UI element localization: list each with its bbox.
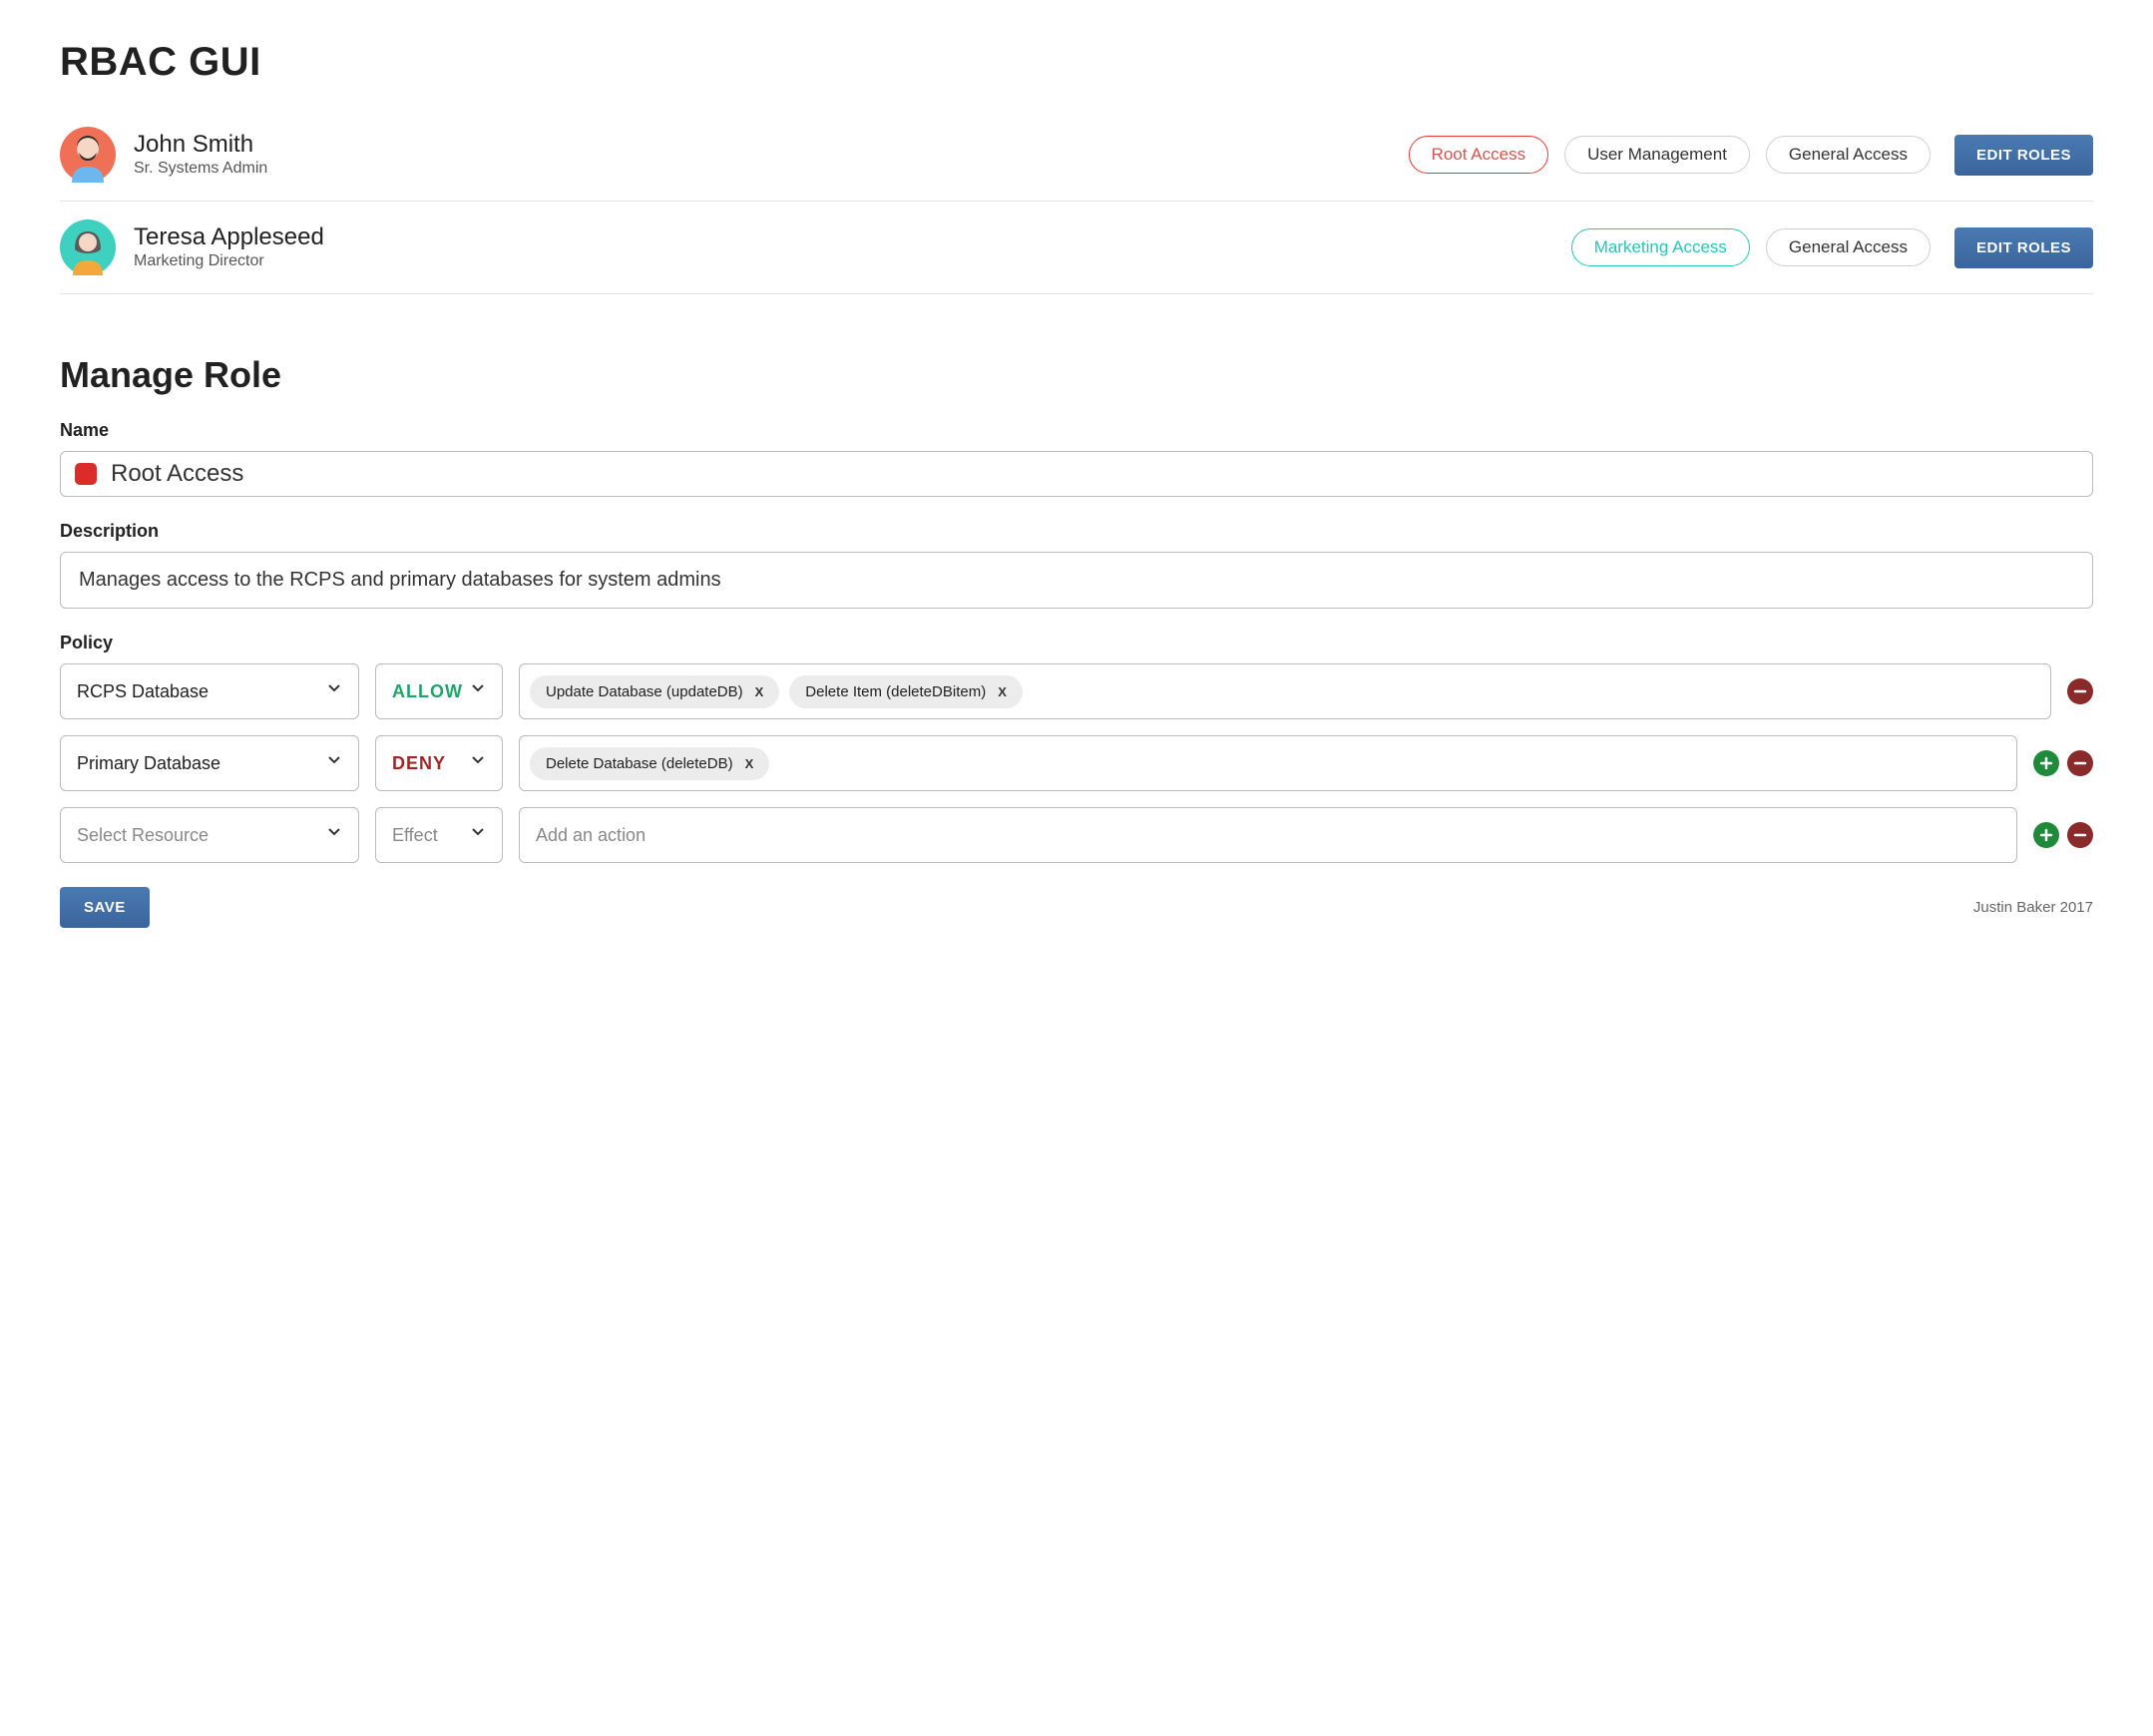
remove-policy-icon[interactable] [2067, 678, 2093, 704]
effect-select[interactable]: DENY [375, 735, 503, 791]
role-chips: Root Access User Management General Access [1409, 136, 1931, 174]
chevron-down-icon [328, 756, 342, 770]
remove-action-icon[interactable]: X [755, 684, 764, 699]
edit-roles-button[interactable]: EDIT ROLES [1954, 227, 2093, 268]
remove-policy-icon[interactable] [2067, 750, 2093, 776]
policy-row-controls [2033, 735, 2093, 791]
user-info: Teresa Appleseed Marketing Director [134, 224, 324, 270]
avatar [60, 219, 116, 275]
role-color-swatch[interactable] [75, 463, 97, 485]
description-group: Description [60, 521, 2093, 609]
users-list: John Smith Sr. Systems Admin Root Access Us… [60, 109, 2093, 294]
avatar [60, 127, 116, 183]
attribution-text: Justin Baker 2017 [1973, 899, 2093, 916]
policy-group: Policy RCPS Database ALLOW Update Database… [60, 633, 2093, 863]
policy-label: Policy [60, 633, 2093, 653]
resource-select[interactable]: Primary Database [60, 735, 359, 791]
app-title: RBAC GUI [60, 40, 2093, 85]
chevron-down-icon [328, 684, 342, 698]
chevron-down-icon [328, 828, 342, 842]
policy-row: Select Resource Effect Add an action [60, 807, 2093, 863]
resource-select[interactable]: RCPS Database [60, 663, 359, 719]
actions-placeholder: Add an action [530, 825, 646, 846]
user-title: Sr. Systems Admin [134, 160, 267, 178]
role-chips: Marketing Access General Access [1571, 228, 1931, 266]
user-name: John Smith [134, 132, 267, 158]
policy-rows: RCPS Database ALLOW Update Database (updat… [60, 663, 2093, 863]
effect-value: ALLOW [392, 681, 463, 702]
edit-roles-button[interactable]: EDIT ROLES [1954, 135, 2093, 176]
resource-value: RCPS Database [77, 681, 209, 702]
role-chip[interactable]: General Access [1766, 136, 1931, 174]
role-description-input[interactable] [60, 552, 2093, 609]
role-chip[interactable]: User Management [1564, 136, 1750, 174]
policy-row-controls [2033, 807, 2093, 863]
effect-value: Effect [392, 825, 438, 846]
role-chip[interactable]: General Access [1766, 228, 1931, 266]
action-chip[interactable]: Delete Item (deleteDBitem) X [789, 675, 1023, 708]
user-info: John Smith Sr. Systems Admin [134, 132, 267, 178]
action-chip-label: Delete Item (deleteDBitem) [805, 683, 986, 700]
footer: SAVE Justin Baker 2017 [60, 887, 2093, 928]
user-title: Marketing Director [134, 252, 324, 270]
effect-value: DENY [392, 753, 446, 774]
user-row: Teresa Appleseed Marketing Director Market… [60, 202, 2093, 294]
resource-select[interactable]: Select Resource [60, 807, 359, 863]
remove-policy-icon[interactable] [2067, 822, 2093, 848]
remove-action-icon[interactable]: X [998, 684, 1007, 699]
effect-select[interactable]: Effect [375, 807, 503, 863]
name-label: Name [60, 420, 2093, 441]
remove-action-icon[interactable]: X [745, 756, 754, 771]
name-group: Name [60, 420, 2093, 497]
manage-role-heading: Manage Role [60, 354, 2093, 396]
actions-input[interactable]: Delete Database (deleteDB) X [519, 735, 2017, 791]
role-name-input[interactable] [111, 460, 2078, 488]
effect-select[interactable]: ALLOW [375, 663, 503, 719]
chevron-down-icon [472, 828, 486, 842]
chevron-down-icon [472, 756, 486, 770]
policy-row-controls [2067, 663, 2093, 719]
action-chip-label: Delete Database (deleteDB) [546, 755, 733, 772]
resource-value: Primary Database [77, 753, 220, 774]
role-chip[interactable]: Root Access [1409, 136, 1549, 174]
role-chip[interactable]: Marketing Access [1571, 228, 1750, 266]
save-button[interactable]: SAVE [60, 887, 150, 928]
resource-value: Select Resource [77, 825, 209, 846]
action-chip[interactable]: Delete Database (deleteDB) X [530, 747, 769, 780]
user-name: Teresa Appleseed [134, 224, 324, 250]
add-policy-icon[interactable] [2033, 822, 2059, 848]
name-input-wrap[interactable] [60, 451, 2093, 497]
action-chip[interactable]: Update Database (updateDB) X [530, 675, 779, 708]
add-policy-icon[interactable] [2033, 750, 2059, 776]
description-label: Description [60, 521, 2093, 542]
policy-row: RCPS Database ALLOW Update Database (updat… [60, 663, 2093, 719]
action-chip-label: Update Database (updateDB) [546, 683, 743, 700]
actions-input[interactable]: Add an action [519, 807, 2017, 863]
policy-row: Primary Database DENY Delete Database (del… [60, 735, 2093, 791]
actions-input[interactable]: Update Database (updateDB)XDelete Item (… [519, 663, 2051, 719]
chevron-down-icon [472, 684, 486, 698]
user-row: John Smith Sr. Systems Admin Root Access Us… [60, 109, 2093, 202]
